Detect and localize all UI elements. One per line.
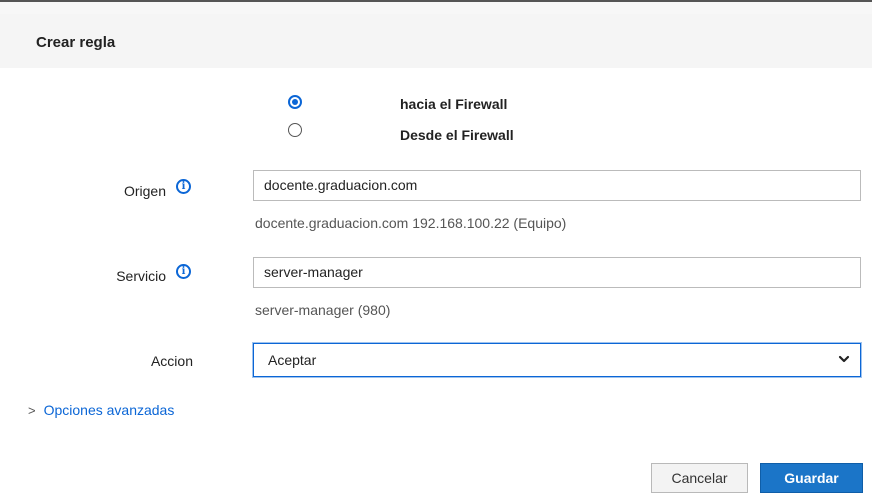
origin-info-icon[interactable]: i <box>176 179 191 194</box>
service-info-icon[interactable]: i <box>176 264 191 279</box>
service-input[interactable]: server-manager <box>253 257 861 288</box>
origin-helper-text: docente.graduacion.com 192.168.100.22 (E… <box>255 215 567 231</box>
radio-hacia-firewall[interactable] <box>288 95 302 109</box>
cancel-button[interactable]: Cancelar <box>651 463 748 493</box>
origin-input[interactable]: docente.graduacion.com <box>253 170 861 201</box>
advanced-options-link[interactable]: > Opciones avanzadas <box>28 402 174 418</box>
advanced-options-label: Opciones avanzadas <box>43 402 175 418</box>
radio-label-hacia-firewall: hacia el Firewall <box>400 96 508 112</box>
chevron-down-icon <box>838 355 850 363</box>
radio-desde-firewall[interactable] <box>288 123 302 137</box>
chevron-right-icon: > <box>28 403 36 418</box>
service-label: Servicio <box>116 268 166 284</box>
action-select-value: Aceptar <box>268 352 317 368</box>
save-button[interactable]: Guardar <box>760 463 863 493</box>
dialog-title: Crear regla <box>36 34 116 51</box>
top-edge-strip <box>0 0 872 14</box>
action-select[interactable]: Aceptar <box>253 343 861 377</box>
dialog-header: Crear regla <box>0 14 872 68</box>
radio-label-desde-firewall: Desde el Firewall <box>400 127 514 143</box>
action-label: Accion <box>150 353 193 369</box>
origin-label: Origen <box>123 183 166 199</box>
service-helper-text: server-manager (980) <box>255 302 391 318</box>
